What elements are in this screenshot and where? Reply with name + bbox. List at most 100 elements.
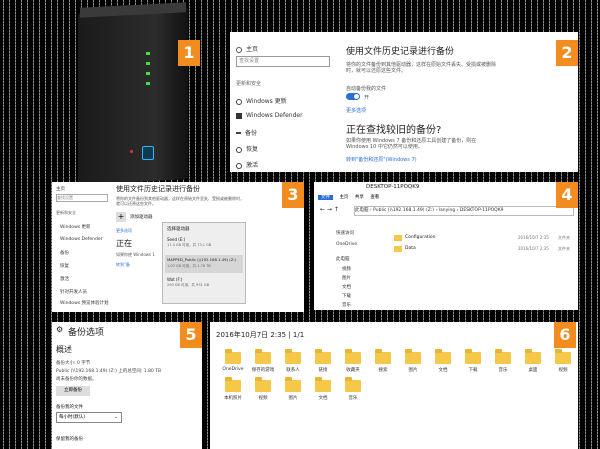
- step-number: 6: [554, 322, 576, 348]
- overview-heading: 概述: [56, 345, 72, 354]
- nav-this-pc[interactable]: 此电脑: [336, 256, 350, 262]
- nav-windows-update[interactable]: Windows 更新: [60, 224, 91, 230]
- led-indicator: [146, 62, 150, 65]
- folder-label: 音乐: [498, 368, 508, 373]
- panel-restore-files: 2016年10月7日 2:35 | 1/1 OneDrive 保存的游戏 联系人 链接…: [210, 322, 578, 449]
- folder-icon: [394, 246, 402, 252]
- backup-size: 备份大小: 0 字节: [56, 361, 91, 366]
- nav-windows-update[interactable]: Windows 更新: [236, 96, 287, 105]
- nav-activation[interactable]: 激活: [60, 276, 69, 282]
- address-bar[interactable]: 此电脑 › Public (\\192.168.1.49) (Z:) › lan…: [354, 206, 574, 216]
- status-led: [130, 150, 133, 153]
- backup-now-button[interactable]: 立即备份: [56, 386, 90, 396]
- nav-activation[interactable]: 激活: [236, 160, 258, 169]
- nav-windows-defender[interactable]: Windows Defender: [236, 112, 303, 119]
- step-number: 2: [556, 40, 578, 66]
- more-options-link[interactable]: 更多选项: [116, 228, 132, 234]
- folder-icon[interactable]: [555, 349, 571, 364]
- nav-downloads[interactable]: 下载: [342, 293, 351, 299]
- nas-device-photo: [60, 0, 200, 185]
- backup-restore-link[interactable]: 转到"备: [116, 262, 130, 268]
- nav-documents[interactable]: 文档: [342, 284, 351, 290]
- section-description: 如果你使 Windows 1: [116, 252, 155, 257]
- folder-label: 视频: [558, 368, 568, 373]
- step-number: 4: [556, 182, 578, 208]
- page-title: 使用文件历史记录进行备份: [346, 47, 455, 57]
- restore-header: 2016年10月7日 2:35 | 1/1: [216, 331, 305, 339]
- folder-icon[interactable]: [225, 349, 241, 364]
- folder-icon[interactable]: [285, 349, 301, 364]
- folder-label: 图片: [288, 396, 298, 401]
- folder-label: 文档: [318, 396, 328, 401]
- drive-option[interactable]: MAPPED_Public (\\192.168.1.49) (Z:) 1.03…: [165, 255, 243, 273]
- tab-file[interactable]: 文件: [318, 195, 333, 200]
- description: 将你的文件备份到其他驱动器，这样在原始文件丢失、受损或被删除时，就可以还原这些文…: [116, 196, 244, 206]
- category-label: 更新和安全: [56, 210, 76, 215]
- auto-backup-toggle[interactable]: [346, 93, 360, 100]
- folder-label: 桌面: [528, 368, 538, 373]
- drive-option[interactable]: Seed (E:) 17.4 GB 可用，共 73.1 GB: [167, 237, 241, 253]
- nav-recovery[interactable]: 恢复: [60, 263, 69, 269]
- nav-insider[interactable]: Windows 预览体验计划: [60, 300, 109, 306]
- folder-icon[interactable]: [495, 349, 511, 364]
- tab-share[interactable]: 共享: [355, 195, 364, 200]
- folder-icon[interactable]: [285, 377, 301, 392]
- nav-videos[interactable]: 视频: [342, 266, 351, 272]
- folder-icon[interactable]: [525, 349, 541, 364]
- home-link[interactable]: 主页: [56, 186, 65, 192]
- home-link[interactable]: 主页: [236, 44, 258, 53]
- led-indicator: [146, 82, 150, 85]
- folder-icon[interactable]: [405, 349, 421, 364]
- section-description: 如果你使用 Windows 7 备份和还原工具创建了备份，则在 Windows …: [346, 138, 477, 150]
- folder-label: 音乐: [348, 396, 358, 401]
- folder-icon[interactable]: [255, 377, 271, 392]
- folder-label: 图片: [408, 368, 418, 373]
- step-number: 1: [178, 40, 200, 66]
- folder-icon[interactable]: [255, 349, 271, 364]
- frequency-select[interactable]: 每小时(默认) ⌄: [56, 412, 122, 423]
- backup-restore-link[interactable]: 转到"备份和还原"(Windows 7): [346, 156, 417, 163]
- drive-option[interactable]: Wat (F:) 290 GB 可用，共 931 GB: [167, 277, 241, 293]
- folder-icon[interactable]: [345, 349, 361, 364]
- more-options-link[interactable]: 更多选项: [346, 107, 366, 114]
- nav-windows-defender[interactable]: Windows Defender: [60, 237, 102, 242]
- folder-icon[interactable]: [375, 349, 391, 364]
- backup-note: 尚未备份你的数据。: [56, 377, 97, 382]
- folder-icon[interactable]: [315, 377, 331, 392]
- nav-backup[interactable]: 备份: [60, 250, 69, 256]
- chevron-down-icon: ⌄: [114, 415, 118, 420]
- power-button[interactable]: [142, 146, 154, 160]
- folder-label: 文档: [438, 368, 448, 373]
- nav-recovery[interactable]: 恢复: [236, 144, 258, 153]
- folder-label: 联系人: [286, 368, 300, 373]
- gear-icon: ⚙: [56, 325, 64, 334]
- category-label: 更新和安全: [236, 81, 262, 87]
- folder-icon[interactable]: [345, 377, 361, 392]
- tab-home[interactable]: 主页: [339, 195, 348, 200]
- nav-onedrive[interactable]: OneDrive: [336, 242, 357, 247]
- file-row[interactable]: Data 2016/10/7 2:35 文件夹: [394, 245, 574, 253]
- folder-icon[interactable]: [225, 377, 241, 392]
- folder-icon[interactable]: [465, 349, 481, 364]
- panel-file-explorer: DESKTOP-11POQK9 文件 主页 共享 查看 此电脑 › Public…: [314, 182, 578, 310]
- nav-music[interactable]: 音乐: [342, 302, 351, 308]
- page-title: 备份选项: [68, 328, 105, 338]
- folder-icon[interactable]: [435, 349, 451, 364]
- toggle-state: 开: [364, 95, 370, 101]
- panel-settings-backup: 主页 查找设置 更新和安全 Windows 更新 Windows Defende…: [230, 32, 578, 172]
- nav-backup[interactable]: 备份: [236, 128, 257, 137]
- add-drive-button[interactable]: +: [116, 212, 126, 222]
- nav-quick-access[interactable]: 快速访问: [336, 230, 354, 236]
- nav-pictures[interactable]: 图片: [342, 275, 351, 281]
- nav-back-icon[interactable]: ← → ↑: [320, 206, 339, 213]
- shield-icon: [236, 112, 242, 119]
- folder-icon[interactable]: [315, 349, 331, 364]
- search-input[interactable]: 查找设置: [236, 56, 330, 67]
- led-indicator: [146, 52, 150, 55]
- file-row[interactable]: Configuration 2016/10/7 2:35 文件夹: [394, 234, 574, 242]
- tab-view[interactable]: 查看: [370, 195, 379, 200]
- step-number: 3: [282, 182, 304, 208]
- nav-developers[interactable]: 针对开发人员: [60, 289, 87, 295]
- search-input[interactable]: 查找设置: [56, 194, 108, 202]
- folder-label: 收藏夹: [346, 368, 360, 373]
